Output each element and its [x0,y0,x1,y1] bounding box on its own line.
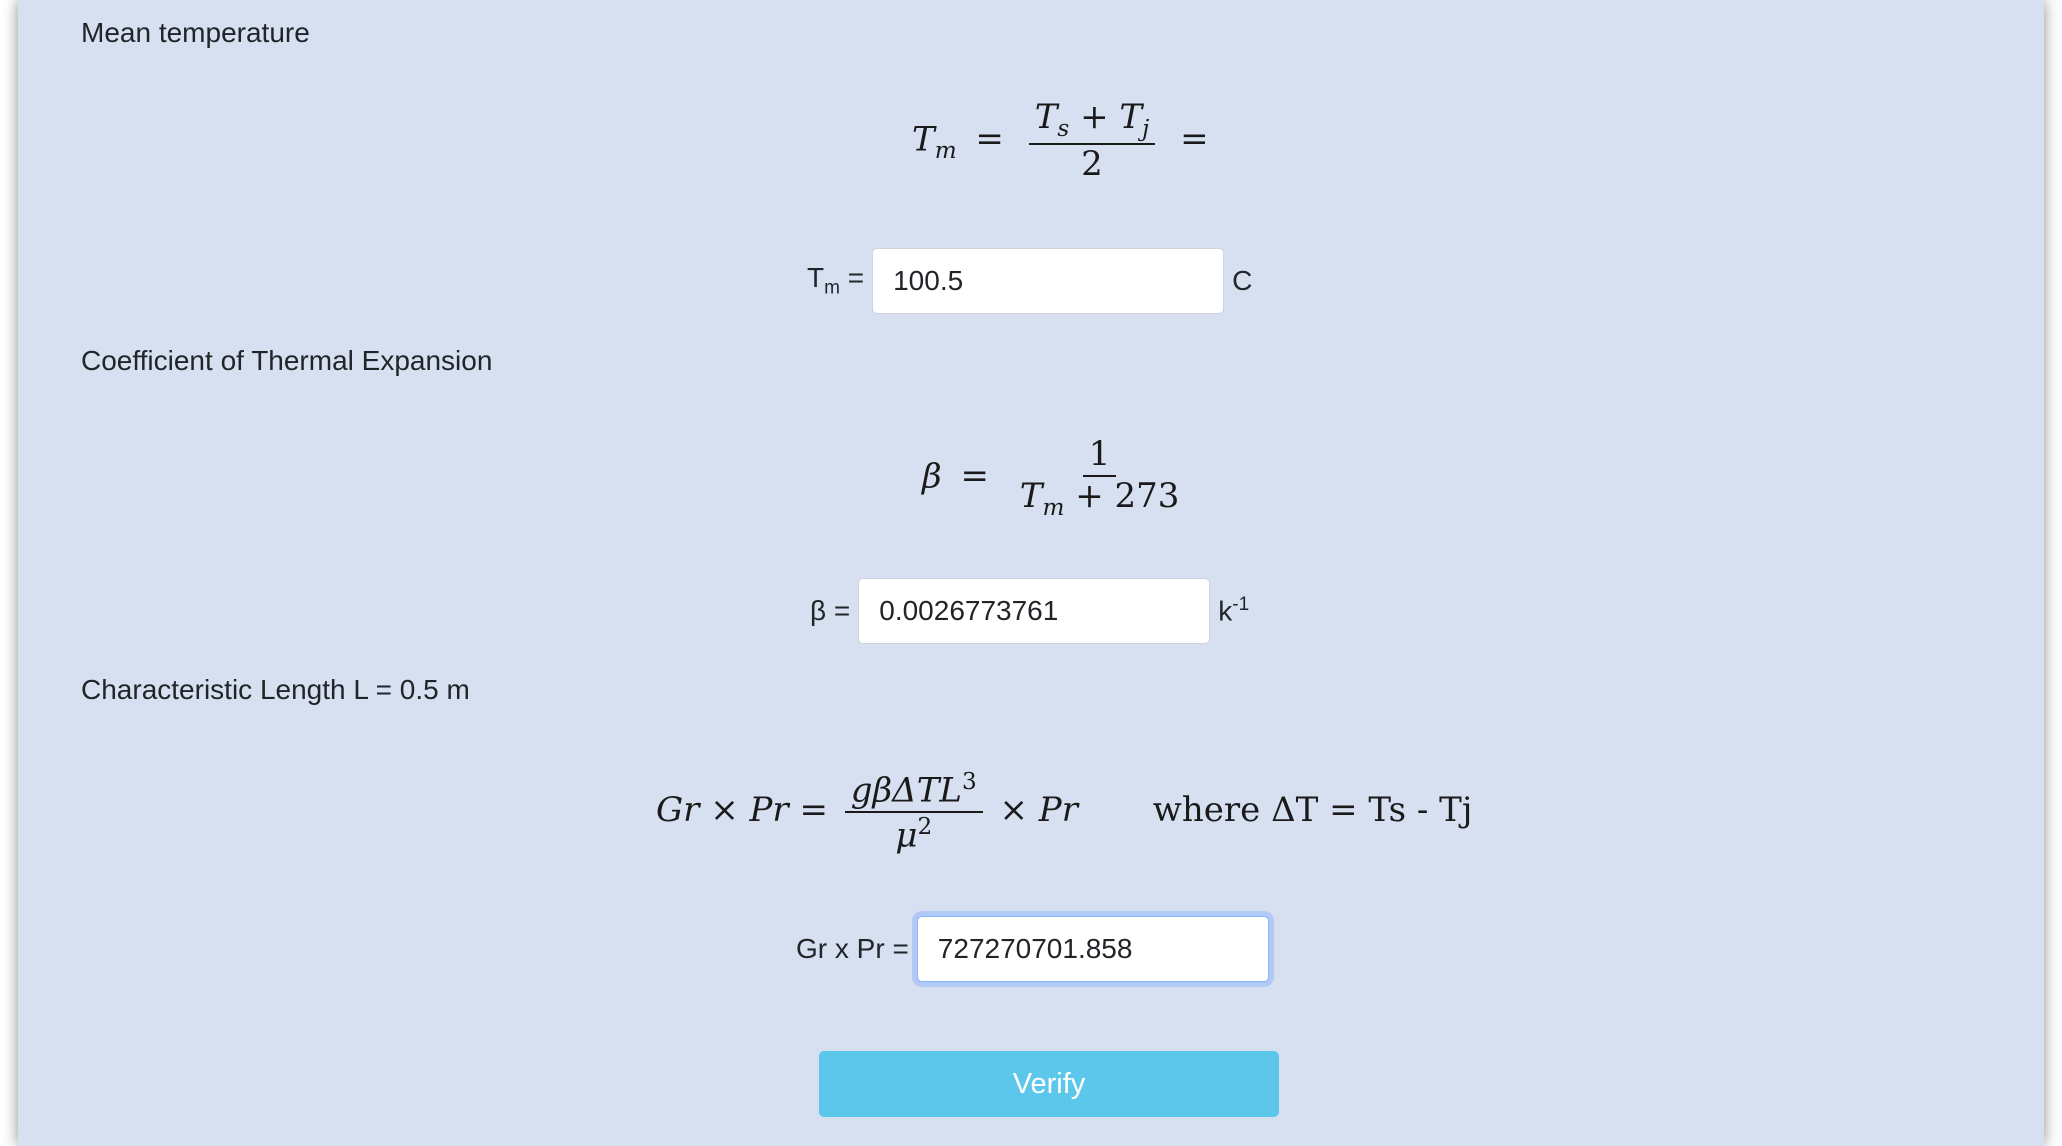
thermal-expansion-heading: Coefficient of Thermal Expansion [81,345,493,376]
tm-label: Tm = [807,262,865,299]
mean-temperature-row: Tm = C [807,248,1252,314]
grpr-row: Gr x Pr = [796,916,1277,982]
beta-input[interactable] [858,578,1211,644]
beta-row: β = k-1 [810,578,1249,644]
beta-label: β = [810,595,851,626]
characteristic-length-heading: Characteristic Length L = 0.5 m [81,674,470,705]
grpr-input[interactable] [916,916,1269,982]
beta-formula: β = 1 Tm + 273 [922,434,1180,521]
grpr-label: Gr x Pr = [796,933,909,964]
content-panel: Mean temperature Tm = Ts + Tj 2 = Tm = C… [18,0,2044,1146]
tm-input[interactable] [872,248,1225,314]
tm-unit: C [1232,265,1253,296]
beta-unit: k-1 [1218,594,1250,627]
delta-t-definition: where ΔT = Ts - Tj [1152,790,1473,831]
grpr-formula: Gr × Pr = gβΔTL3 μ2 × Pr where ΔT = Ts -… [656,769,1473,856]
mean-temperature-heading: Mean temperature [81,17,310,48]
mean-temperature-formula: Tm = Ts + Tj 2 = [912,97,1209,185]
verify-button[interactable]: Verify [819,1051,1279,1117]
